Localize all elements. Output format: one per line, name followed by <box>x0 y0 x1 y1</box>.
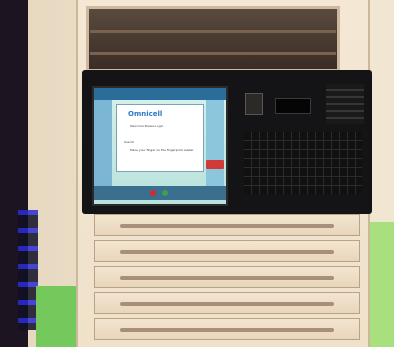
alert-button[interactable] <box>206 160 224 169</box>
window-shelf <box>90 30 336 33</box>
cabinet-top-window <box>86 6 340 72</box>
dialog-welcome-text: Welcome Please Login <box>130 124 164 128</box>
screen-header-bar <box>94 88 226 100</box>
dialog-instruction-text: Place your finger on the fingerprint rea… <box>130 148 194 152</box>
drawer-handle[interactable] <box>120 224 334 228</box>
drawer-handle[interactable] <box>120 276 334 280</box>
screen-right-menu[interactable] <box>206 100 224 186</box>
window-shelf <box>90 52 336 55</box>
blue-indicator-lights <box>18 210 38 330</box>
drawer-handle[interactable] <box>120 302 334 306</box>
numeric-keypad[interactable] <box>326 84 364 124</box>
drawer-handle[interactable] <box>120 250 334 254</box>
red-status-icon <box>150 190 156 196</box>
screen-left-menu[interactable] <box>94 100 112 186</box>
card-slot[interactable] <box>275 98 311 114</box>
screen-taskbar <box>94 186 226 200</box>
omnicell-logo: Omnicell <box>128 110 163 118</box>
fingerprint-reader[interactable] <box>245 93 263 115</box>
green-status-icon <box>162 190 168 196</box>
drawer-handle[interactable] <box>120 328 334 332</box>
dialog-id-label: Use ID <box>124 140 134 144</box>
keyboard[interactable] <box>244 132 362 194</box>
